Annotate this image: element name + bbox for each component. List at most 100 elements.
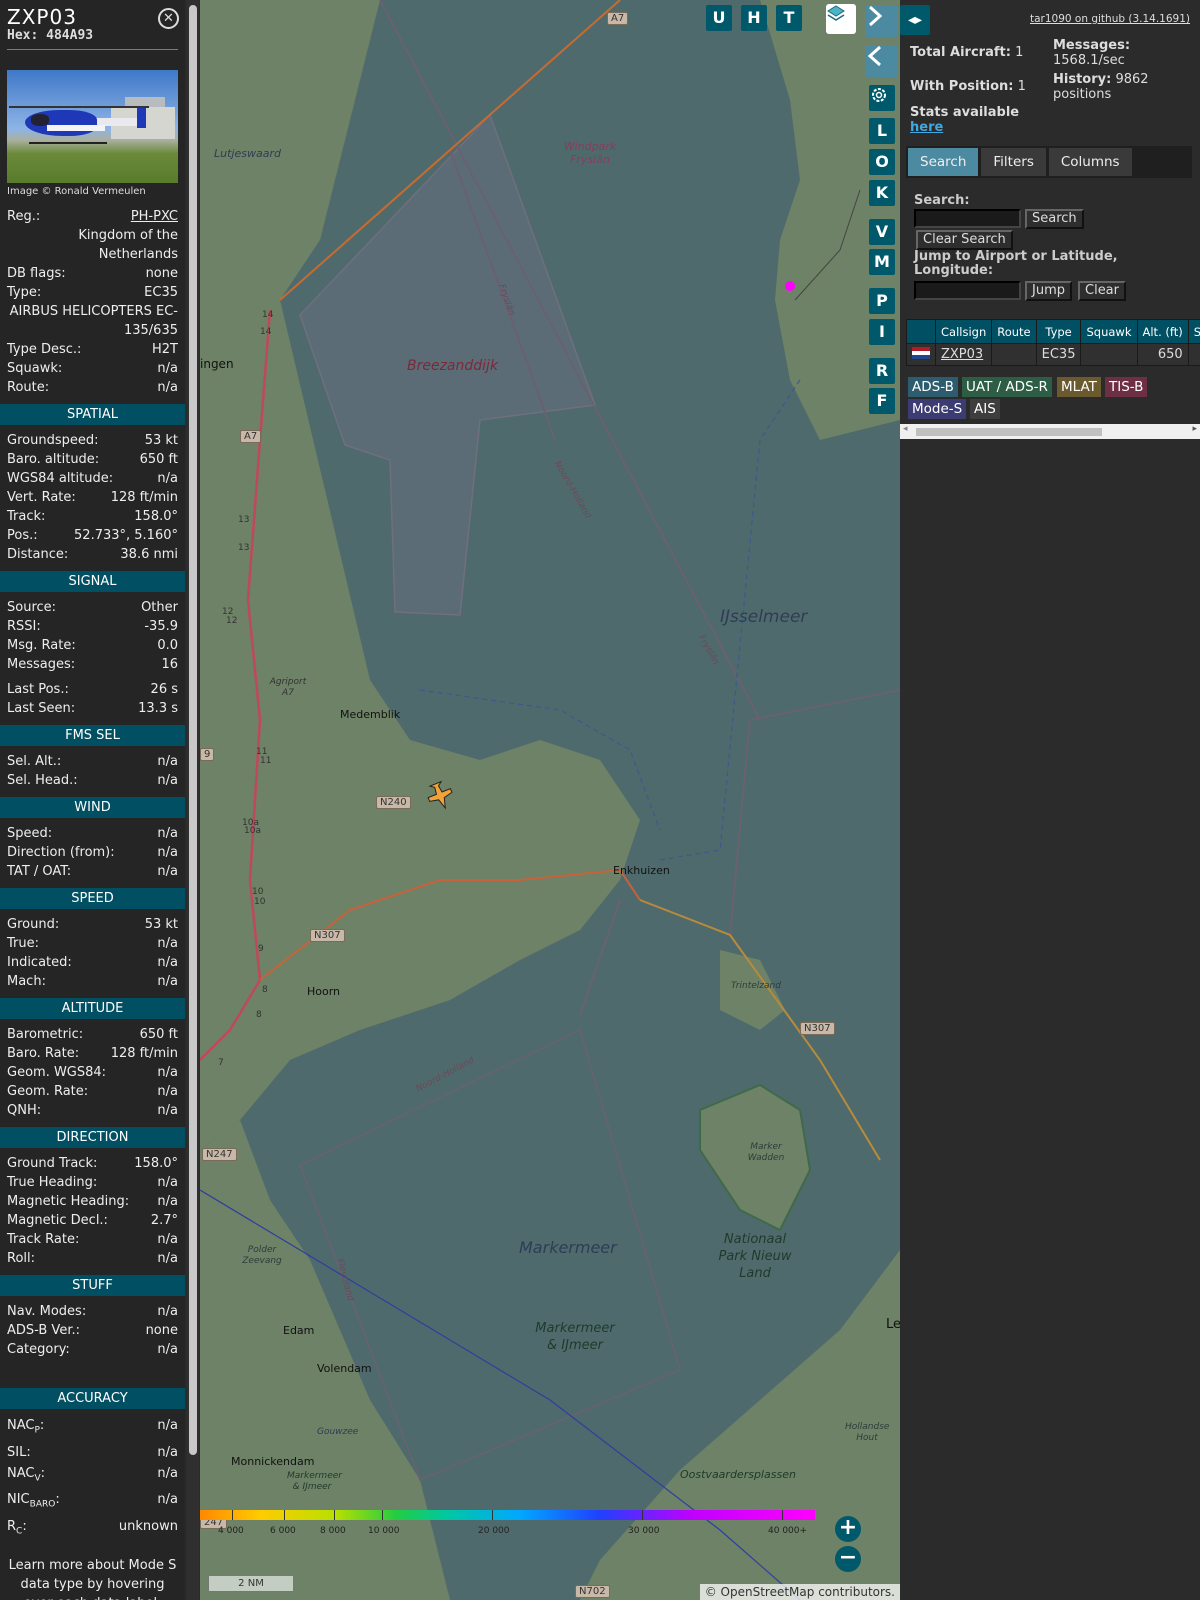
column-header[interactable]: Squawk: [1080, 319, 1138, 344]
field-label[interactable]: Track Rate:: [7, 1230, 79, 1249]
layers-icon[interactable]: [826, 4, 856, 34]
clear-search-button[interactable]: Clear Search: [916, 230, 1013, 250]
field-label[interactable]: Mach:: [7, 972, 46, 991]
source-badge-mode-s[interactable]: Mode-S: [908, 399, 967, 419]
map-button-i[interactable]: I: [869, 319, 895, 345]
field-label[interactable]: RC:: [7, 1516, 27, 1543]
map-view[interactable]: Lutjeswaard Windpark Fryslân Breezanddij…: [200, 0, 900, 1600]
map-button-p[interactable]: P: [869, 288, 895, 314]
field-label[interactable]: NACV:: [7, 1463, 45, 1490]
map-button-o[interactable]: O: [869, 149, 895, 175]
jump-button[interactable]: Jump: [1025, 281, 1072, 301]
collapse-left-icon[interactable]: [866, 45, 898, 77]
field-label[interactable]: ADS-B Ver.:: [7, 1321, 80, 1340]
column-header[interactable]: Spd.: [1187, 319, 1200, 344]
field-label[interactable]: Indicated:: [7, 953, 72, 972]
map-button-v[interactable]: V: [869, 219, 895, 245]
field-label[interactable]: Ground Track:: [7, 1154, 97, 1173]
osm-link[interactable]: OpenStreetMap: [721, 1585, 815, 1599]
field-label[interactable]: Sel. Head.:: [7, 771, 78, 790]
field-label[interactable]: QNH:: [7, 1101, 41, 1120]
field-label[interactable]: Magnetic Decl.:: [7, 1211, 108, 1230]
field-label[interactable]: True Heading:: [7, 1173, 97, 1192]
field-label[interactable]: Last Pos.:: [7, 680, 69, 699]
field-label[interactable]: Pos.:: [7, 526, 38, 545]
source-badge-uat-ads-r[interactable]: UAT / ADS-R: [962, 377, 1052, 397]
field-label[interactable]: Reg.:: [7, 207, 40, 226]
field-label[interactable]: Route:: [7, 378, 49, 397]
map-button-l[interactable]: L: [869, 118, 895, 144]
field-label[interactable]: Magnetic Heading:: [7, 1192, 129, 1211]
field-label[interactable]: WGS84 altitude:: [7, 469, 113, 488]
search-input[interactable]: [914, 209, 1021, 228]
map-button-f[interactable]: F: [869, 388, 895, 414]
field-label[interactable]: Sel. Alt.:: [7, 752, 61, 771]
field-label[interactable]: Direction (from):: [7, 843, 115, 862]
map-button-r[interactable]: R: [869, 358, 895, 384]
field-label[interactable]: Geom. WGS84:: [7, 1063, 106, 1082]
field-label[interactable]: Source:: [7, 598, 56, 617]
field-value[interactable]: PH-PXC: [131, 207, 178, 226]
layer-button-h[interactable]: H: [741, 5, 767, 31]
zoom-out-button[interactable]: −: [835, 1546, 861, 1572]
field-label[interactable]: Messages:: [7, 655, 75, 674]
field-label[interactable]: Squawk:: [7, 359, 62, 378]
source-badge-ais[interactable]: AIS: [970, 399, 1000, 419]
clear-jump-button[interactable]: Clear: [1078, 281, 1126, 301]
tab-filters[interactable]: Filters: [981, 148, 1046, 176]
sidebar-scrollbar-thumb[interactable]: [189, 5, 197, 1455]
layer-button-t[interactable]: T: [776, 5, 802, 31]
layer-button-u[interactable]: U: [706, 5, 732, 31]
field-label[interactable]: NICBARO:: [7, 1489, 60, 1516]
github-link[interactable]: tar1090 on github (3.14.1691): [1030, 13, 1190, 25]
table-horizontal-scrollbar[interactable]: ◂ ▸: [900, 424, 1200, 439]
field-label[interactable]: NACP:: [7, 1415, 44, 1442]
close-icon[interactable]: ✕: [158, 8, 179, 29]
field-label[interactable]: Ground:: [7, 915, 59, 934]
field-label[interactable]: DB flags:: [7, 264, 66, 283]
column-flag[interactable]: [906, 319, 936, 344]
column-header[interactable]: Alt. (ft): [1136, 319, 1189, 344]
stats-here-link[interactable]: here: [910, 120, 943, 135]
field-label[interactable]: Roll:: [7, 1249, 35, 1268]
cell-callsign[interactable]: ZXP03: [934, 343, 993, 366]
settings-gear-icon[interactable]: [869, 85, 895, 111]
field-label[interactable]: Msg. Rate:: [7, 636, 76, 655]
field-label[interactable]: Nav. Modes:: [7, 1302, 86, 1321]
field-label[interactable]: True:: [7, 934, 39, 953]
map-canvas[interactable]: [200, 0, 900, 1600]
expand-right-icon[interactable]: [866, 5, 898, 37]
column-header[interactable]: Callsign: [934, 319, 993, 344]
field-label[interactable]: Track:: [7, 507, 45, 526]
column-header[interactable]: Route: [991, 319, 1037, 344]
jump-input[interactable]: [914, 281, 1021, 300]
field-label[interactable]: Baro. altitude:: [7, 450, 99, 469]
field-label[interactable]: Distance:: [7, 545, 68, 564]
source-badge-tis-b[interactable]: TIS-B: [1105, 377, 1148, 397]
table-scrollbar-thumb[interactable]: [916, 428, 1102, 436]
field-label[interactable]: Type Desc.:: [7, 340, 81, 359]
tab-columns[interactable]: Columns: [1048, 148, 1132, 176]
field-label[interactable]: TAT / OAT:: [7, 862, 71, 881]
field-label[interactable]: Type:: [7, 283, 41, 302]
zoom-in-button[interactable]: +: [835, 1516, 861, 1542]
map-button-m[interactable]: M: [869, 249, 895, 275]
field-label[interactable]: Category:: [7, 1340, 70, 1359]
field-label[interactable]: Geom. Rate:: [7, 1082, 88, 1101]
tab-search[interactable]: Search: [908, 148, 979, 176]
field-label[interactable]: Speed:: [7, 824, 52, 843]
map-button-k[interactable]: K: [869, 180, 895, 206]
field-label[interactable]: Vert. Rate:: [7, 488, 76, 507]
aircraft-photo[interactable]: [7, 70, 178, 183]
search-button[interactable]: Search: [1025, 209, 1084, 229]
field-label[interactable]: Groundspeed:: [7, 431, 98, 450]
column-header[interactable]: Type: [1035, 319, 1082, 344]
field-label[interactable]: SIL:: [7, 1442, 31, 1463]
table-row[interactable]: ZXP03 EC35 650: [906, 343, 1200, 366]
field-label[interactable]: RSSI:: [7, 617, 41, 636]
field-label[interactable]: Baro. Rate:: [7, 1044, 79, 1063]
field-label[interactable]: Barometric:: [7, 1025, 83, 1044]
field-label[interactable]: Last Seen:: [7, 699, 75, 718]
source-badge-ads-b[interactable]: ADS-B: [908, 377, 958, 397]
source-badge-mlat[interactable]: MLAT: [1057, 377, 1101, 397]
